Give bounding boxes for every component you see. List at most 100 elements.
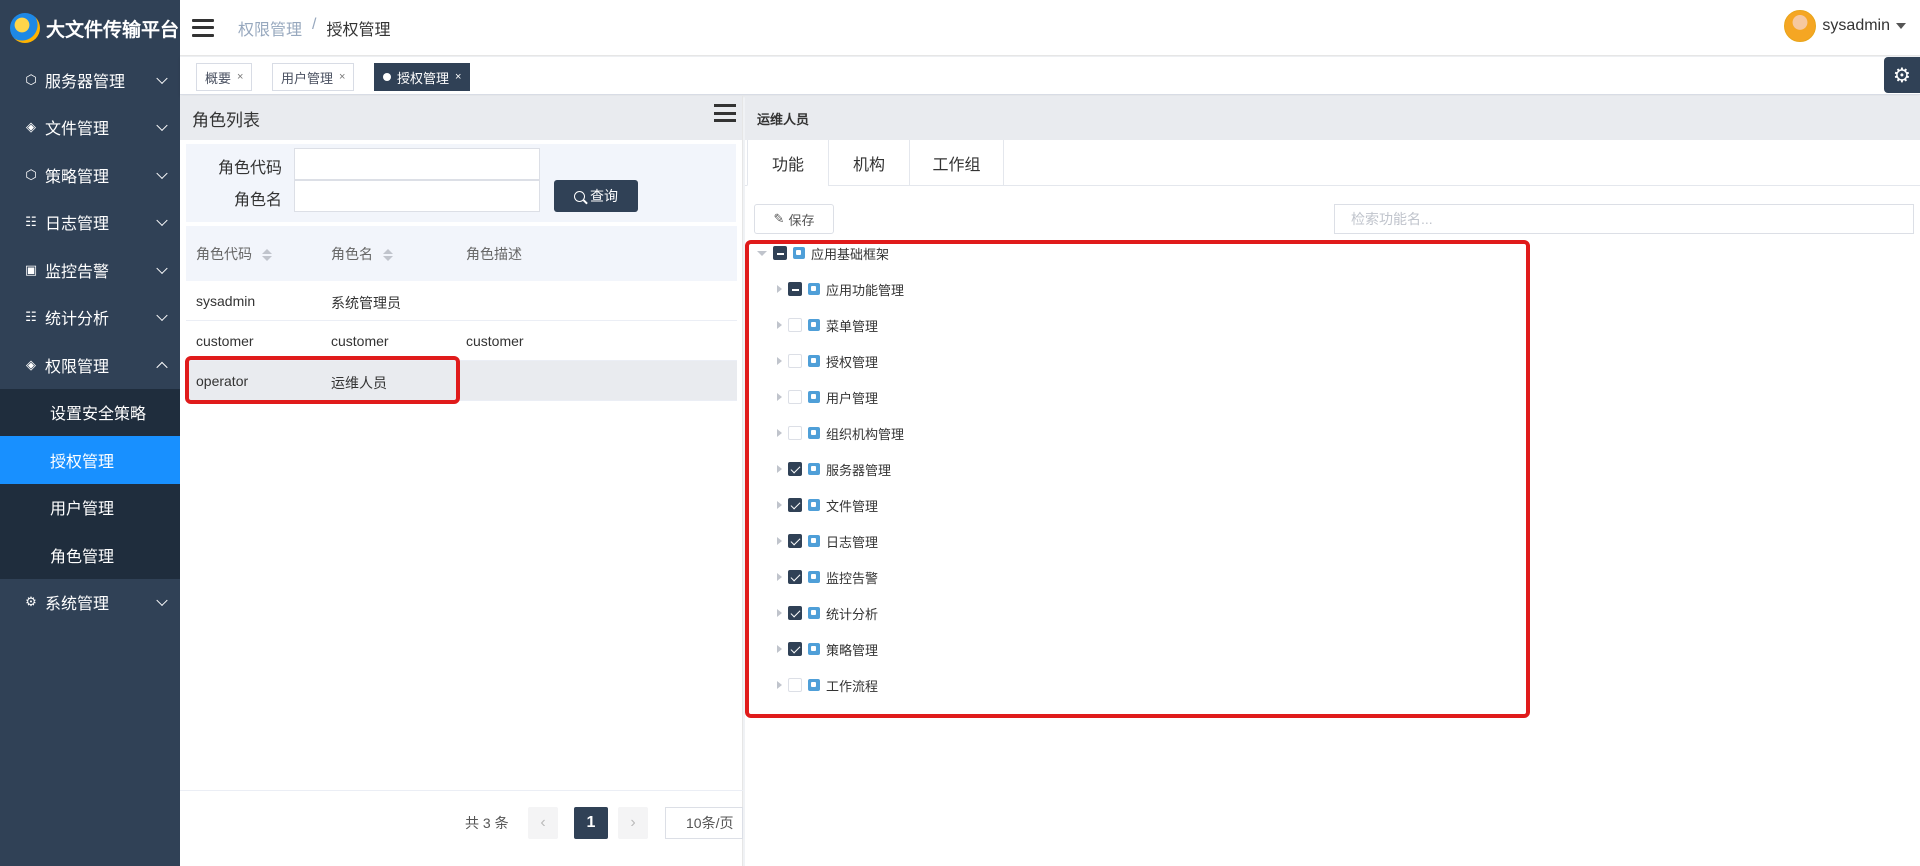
role-code-input[interactable] (294, 148, 540, 180)
breadcrumb-item[interactable]: 权限管理 (238, 16, 302, 40)
sidebar-subitem-users[interactable]: 用户管理 (0, 483, 180, 531)
expand-arrow-icon[interactable] (777, 645, 782, 653)
function-search-input[interactable] (1351, 211, 1913, 227)
tab-function[interactable]: 功能 (747, 140, 829, 186)
checkbox-unchecked[interactable] (788, 426, 802, 440)
checkbox-checked[interactable] (788, 642, 802, 656)
sidebar-item-strategy[interactable]: ⬡ 策略管理 (0, 151, 180, 199)
table-row-selected[interactable]: operator 运维人员 (186, 361, 737, 401)
sidebar-item-permission[interactable]: ◈ 权限管理 (0, 341, 180, 389)
tag-label: 概要 (205, 70, 232, 86)
save-button[interactable]: ✎ 保存 (754, 204, 834, 234)
checkbox-indeterminate[interactable] (773, 246, 787, 260)
role-code-label: 角色代码 (217, 160, 282, 177)
sidebar-item-label: 服务器管理 (45, 73, 126, 91)
avatar[interactable] (1784, 10, 1817, 42)
column-header-label: 角色名 (331, 245, 373, 262)
page-size-select[interactable]: 10条/页 (665, 807, 743, 839)
tree-node[interactable]: 监控告警 (777, 565, 878, 589)
sidebar-item-label: 监控告警 (45, 263, 110, 281)
checkbox-unchecked[interactable] (788, 390, 802, 404)
sidebar-item-monitor[interactable]: ▣ 监控告警 (0, 246, 180, 294)
list-toggle-icon[interactable] (714, 104, 736, 122)
username[interactable]: sysadmin (1822, 17, 1890, 35)
close-icon[interactable]: × (339, 71, 345, 83)
tab-organization[interactable]: 机构 (828, 140, 910, 186)
expand-arrow-icon[interactable] (777, 609, 782, 617)
user-menu[interactable]: sysadmin (1784, 10, 1906, 42)
tag-user-management[interactable]: 用户管理 × (272, 63, 355, 91)
sort-icon[interactable] (382, 248, 393, 261)
sidebar-item-log[interactable]: ☷ 日志管理 (0, 199, 180, 247)
checkbox-unchecked[interactable] (788, 318, 802, 332)
sort-icon[interactable] (261, 248, 272, 261)
expand-arrow-icon[interactable] (777, 681, 782, 689)
caret-down-icon[interactable] (1896, 23, 1906, 29)
tree-node[interactable]: 工作流程 (777, 673, 878, 697)
role-table: 角色代码 角色名 角色描述 sysadmin 系统管理员 customer cu… (186, 226, 737, 401)
sidebar-item-file[interactable]: ◈ 文件管理 (0, 104, 180, 152)
chevron-down-icon (156, 214, 168, 227)
table-row[interactable]: customer customer customer (186, 321, 737, 361)
settings-gear-icon[interactable]: ⚙ (1884, 57, 1920, 93)
expand-arrow-icon[interactable] (777, 501, 782, 509)
menu-toggle-icon[interactable] (192, 18, 214, 37)
role-name-input[interactable] (294, 180, 540, 212)
sidebar-item-label: 统计分析 (45, 311, 110, 329)
close-icon[interactable]: × (237, 71, 243, 83)
sidebar-subitem-roles[interactable]: 角色管理 (0, 531, 180, 579)
expand-arrow-icon[interactable] (777, 573, 782, 581)
checkbox-unchecked[interactable] (788, 354, 802, 368)
expand-arrow-icon[interactable] (777, 429, 782, 437)
tree-node[interactable]: 文件管理 (777, 493, 878, 517)
next-page-button[interactable]: › (618, 807, 648, 839)
prev-page-button[interactable]: ‹ (528, 807, 558, 839)
table-row[interactable]: sysadmin 系统管理员 (186, 281, 737, 321)
tree-node[interactable]: 组织机构管理 (777, 421, 904, 445)
tree-node[interactable]: 策略管理 (777, 637, 878, 661)
sidebar-item-system[interactable]: ⚙ 系统管理 (0, 579, 180, 627)
checkbox-checked[interactable] (788, 534, 802, 548)
tree-node-root[interactable]: 应用基础框架 (757, 241, 889, 265)
expand-arrow-icon[interactable] (777, 357, 782, 365)
function-search[interactable] (1334, 204, 1914, 234)
tree-node[interactable]: 授权管理 (777, 349, 878, 373)
query-button[interactable]: 查询 (554, 180, 638, 212)
checkbox-checked[interactable] (788, 606, 802, 620)
expand-arrow-icon[interactable] (777, 393, 782, 401)
tree-node[interactable]: 统计分析 (777, 601, 878, 625)
checkbox-indeterminate[interactable] (788, 282, 802, 296)
tree-node-label: 策略管理 (826, 642, 879, 658)
expand-arrow-icon[interactable] (757, 250, 767, 256)
close-icon[interactable]: × (455, 71, 461, 83)
checkbox-checked[interactable] (788, 462, 802, 476)
tree-node[interactable]: 应用功能管理 (777, 277, 904, 301)
checkbox-unchecked[interactable] (788, 678, 802, 692)
tree-node[interactable]: 菜单管理 (777, 313, 878, 337)
tree-node-label: 应用功能管理 (826, 282, 905, 298)
expand-arrow-icon[interactable] (777, 465, 782, 473)
stats-icon: ☷ (25, 309, 37, 325)
tab-workgroup[interactable]: 工作组 (909, 140, 1004, 186)
sidebar-item-stats[interactable]: ☷ 统计分析 (0, 294, 180, 342)
expand-arrow-icon[interactable] (777, 321, 782, 329)
tag-authorization[interactable]: 授权管理 × (374, 63, 471, 91)
sidebar-subitem-authorization[interactable]: 授权管理 (0, 436, 180, 484)
tree-node-label: 组织机构管理 (826, 426, 905, 442)
module-icon (808, 283, 820, 295)
column-header-name[interactable]: 角色名 (331, 244, 393, 264)
tag-overview[interactable]: 概要 × (196, 63, 253, 91)
checkbox-checked[interactable] (788, 498, 802, 512)
tree-node[interactable]: 日志管理 (777, 529, 878, 553)
page-number-current[interactable]: 1 (574, 807, 608, 839)
checkbox-checked[interactable] (788, 570, 802, 584)
cell-code: customer (196, 333, 254, 349)
tree-node[interactable]: 服务器管理 (777, 457, 891, 481)
tree-node[interactable]: 用户管理 (777, 385, 878, 409)
expand-arrow-icon[interactable] (777, 285, 782, 293)
column-header-code[interactable]: 角色代码 (196, 244, 272, 264)
sidebar-subitem-security-policy[interactable]: 设置安全策略 (0, 388, 180, 436)
file-icon: ◈ (26, 119, 36, 135)
expand-arrow-icon[interactable] (777, 537, 782, 545)
sidebar-item-server[interactable]: ⬡ 服务器管理 (0, 56, 180, 104)
